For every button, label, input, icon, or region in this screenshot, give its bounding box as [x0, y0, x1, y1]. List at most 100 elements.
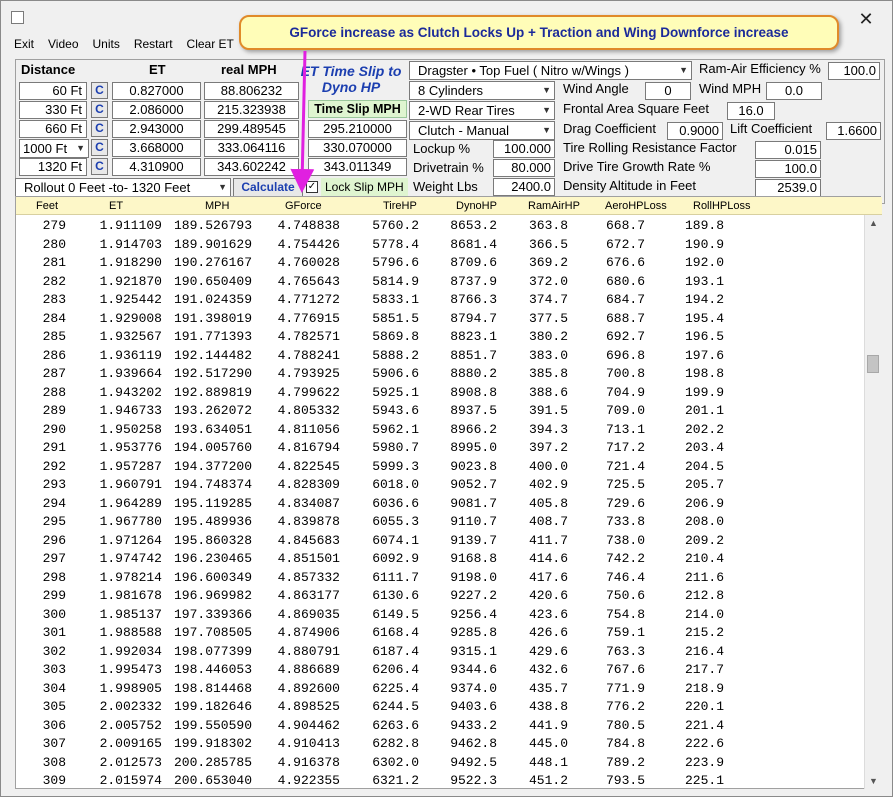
cell-tirehp: 5943.6: [372, 403, 419, 418]
annotation-callout: GForce increase as Clutch Locks Up + Tra…: [239, 15, 839, 50]
cylinders-select[interactable]: 8 Cylinders ▼: [409, 81, 555, 100]
cell-aerohploss: 684.7: [605, 292, 645, 307]
table-row: 284 1.929008 191.398019 4.776915 5851.5 8794.…: [16, 310, 864, 328]
cell-et: 1.974742: [99, 551, 162, 566]
cell-gforce: 4.805332: [277, 403, 340, 418]
menu-exit[interactable]: Exit: [7, 35, 41, 53]
cell-mph: 200.653040: [173, 773, 252, 788]
cell-ramairhp: 388.6: [528, 384, 568, 400]
cell-ramairhp: 383.0: [528, 347, 568, 363]
table-row: 282 1.921870 190.650409 4.765643 5814.9 8737.…: [16, 273, 864, 291]
density-altitude-field[interactable]: 2539.0: [755, 179, 821, 197]
table-row: 279 1.911109 189.526793 4.748838 5760.2 8653.…: [16, 217, 864, 235]
cell-dynohp: 8681.4: [450, 236, 497, 252]
timeslip-mph-1000[interactable]: 330.070000: [308, 139, 407, 157]
timeslip-mph-660[interactable]: 295.210000: [308, 120, 407, 138]
cell-mph: 199.182646: [173, 699, 252, 714]
mph-330-field[interactable]: 215.323938: [204, 101, 299, 119]
lockup-field[interactable]: 100.000: [493, 140, 555, 158]
menu-restart[interactable]: Restart: [127, 35, 180, 53]
timeslip-mph-1320[interactable]: 343.011349: [308, 158, 407, 176]
clear-330-button[interactable]: C: [91, 101, 108, 118]
lift-coefficient-field[interactable]: 1.6600: [826, 122, 881, 140]
scroll-down-icon[interactable]: ▼: [865, 773, 882, 789]
tire-growth-field[interactable]: 100.0: [755, 160, 821, 178]
et-660-field[interactable]: 2.943000: [112, 120, 201, 138]
cell-gforce: 4.793925: [277, 366, 340, 381]
rolling-resistance-field[interactable]: 0.015: [755, 141, 821, 159]
wind-mph-field[interactable]: 0.0: [766, 82, 822, 100]
drive-tires-select[interactable]: 2-WD Rear Tires ▼: [409, 101, 555, 120]
clutch-select[interactable]: Clutch - Manual ▼: [409, 121, 555, 140]
cell-et: 2.005752: [99, 717, 162, 733]
cell-rollhploss: 223.9: [684, 754, 724, 770]
clear-1000-button[interactable]: C: [91, 139, 108, 156]
lock-mph-label: Lock Slip MPH: [321, 178, 408, 196]
cell-feet: 280: [42, 236, 66, 252]
menu-units[interactable]: Units: [86, 35, 127, 53]
mph-60-field[interactable]: 88.806232: [204, 82, 299, 100]
cell-ramairhp: 385.8: [528, 366, 568, 381]
cell-et: 1.918290: [99, 255, 162, 270]
cell-dynohp: 9227.2: [450, 588, 497, 603]
frontal-area-field[interactable]: 16.0: [727, 102, 775, 120]
distance-select-1000[interactable]: 1000 Ft ▼: [19, 139, 89, 158]
cell-et: 1.939664: [99, 366, 162, 381]
table-row: 292 1.957287 194.377200 4.822545 5999.3 9023.…: [16, 458, 864, 476]
distance-select-1000-value: 1000 Ft: [23, 141, 68, 156]
scroll-thumb[interactable]: [867, 355, 879, 373]
cell-tirehp: 6244.5: [372, 699, 419, 714]
cell-rollhploss: 199.9: [684, 384, 724, 400]
cell-gforce: 4.874906: [277, 625, 340, 640]
cell-rollhploss: 221.4: [684, 717, 724, 733]
ram-air-field[interactable]: 100.0: [828, 62, 880, 80]
clear-60-button[interactable]: C: [91, 82, 108, 99]
menu-clear-et[interactable]: Clear ET: [180, 35, 241, 53]
cell-dynohp: 9374.0: [450, 680, 497, 696]
cell-mph: 194.377200: [173, 458, 252, 474]
lock-mph-checkbox[interactable]: ✓: [306, 181, 318, 193]
drag-coefficient-field[interactable]: 0.9000: [667, 122, 723, 140]
cell-dynohp: 8737.9: [450, 273, 497, 289]
cell-gforce: 4.898525: [277, 699, 340, 714]
cell-tirehp: 5760.2: [372, 218, 419, 233]
cell-et: 1.957287: [99, 458, 162, 474]
cell-et: 2.002332: [99, 699, 162, 714]
cell-feet: 300: [42, 606, 66, 622]
weight-field[interactable]: 2400.0: [493, 178, 555, 196]
cell-ramairhp: 397.2: [528, 440, 568, 455]
table-row: 297 1.974742 196.230465 4.851501 6092.9 9168.…: [16, 550, 864, 568]
cell-feet: 287: [42, 366, 66, 381]
vehicle-type-select[interactable]: Dragster • Top Fuel ( Nitro w/Wings ) ▼: [409, 61, 692, 80]
cell-feet: 302: [42, 643, 66, 659]
vertical-scrollbar[interactable]: ▲ ▼: [864, 215, 881, 789]
clear-660-button[interactable]: C: [91, 120, 108, 137]
et-330-field[interactable]: 2.086000: [112, 101, 201, 119]
mph-660-field[interactable]: 299.489545: [204, 120, 299, 138]
et-60-field[interactable]: 0.827000: [112, 82, 201, 100]
cell-aerohploss: 672.7: [605, 236, 645, 252]
et-1320-field[interactable]: 4.310900: [112, 158, 201, 176]
cell-aerohploss: 789.2: [605, 754, 645, 770]
cell-aerohploss: 771.9: [605, 680, 645, 696]
cell-ramairhp: 414.6: [528, 551, 568, 566]
table-body[interactable]: 279 1.911109 189.526793 4.748838 5760.2 8653.…: [16, 215, 864, 789]
cell-tirehp: 5833.1: [372, 292, 419, 307]
mph-1320-field[interactable]: 343.602242: [204, 158, 299, 176]
scroll-up-icon[interactable]: ▲: [865, 215, 882, 231]
cell-aerohploss: 676.6: [605, 255, 645, 270]
mph-1000-field[interactable]: 333.064116: [204, 139, 299, 157]
wind-angle-field[interactable]: 0: [645, 82, 691, 100]
menu-video[interactable]: Video: [41, 35, 85, 53]
rollout-select[interactable]: Rollout 0 Feet -to- 1320 Feet ▼: [15, 178, 231, 197]
cell-gforce: 4.834087: [277, 495, 340, 511]
cell-mph: 193.634051: [173, 421, 252, 437]
calculate-button[interactable]: Calculate: [233, 178, 303, 197]
cell-feet: 283: [42, 292, 66, 307]
cell-gforce: 4.922355: [277, 773, 340, 788]
drivetrain-field[interactable]: 80.000: [493, 159, 555, 177]
cell-mph: 191.398019: [173, 310, 252, 326]
et-1000-field[interactable]: 3.668000: [112, 139, 201, 157]
close-icon[interactable]: ✕: [851, 7, 881, 31]
clear-1320-button[interactable]: C: [91, 158, 108, 175]
